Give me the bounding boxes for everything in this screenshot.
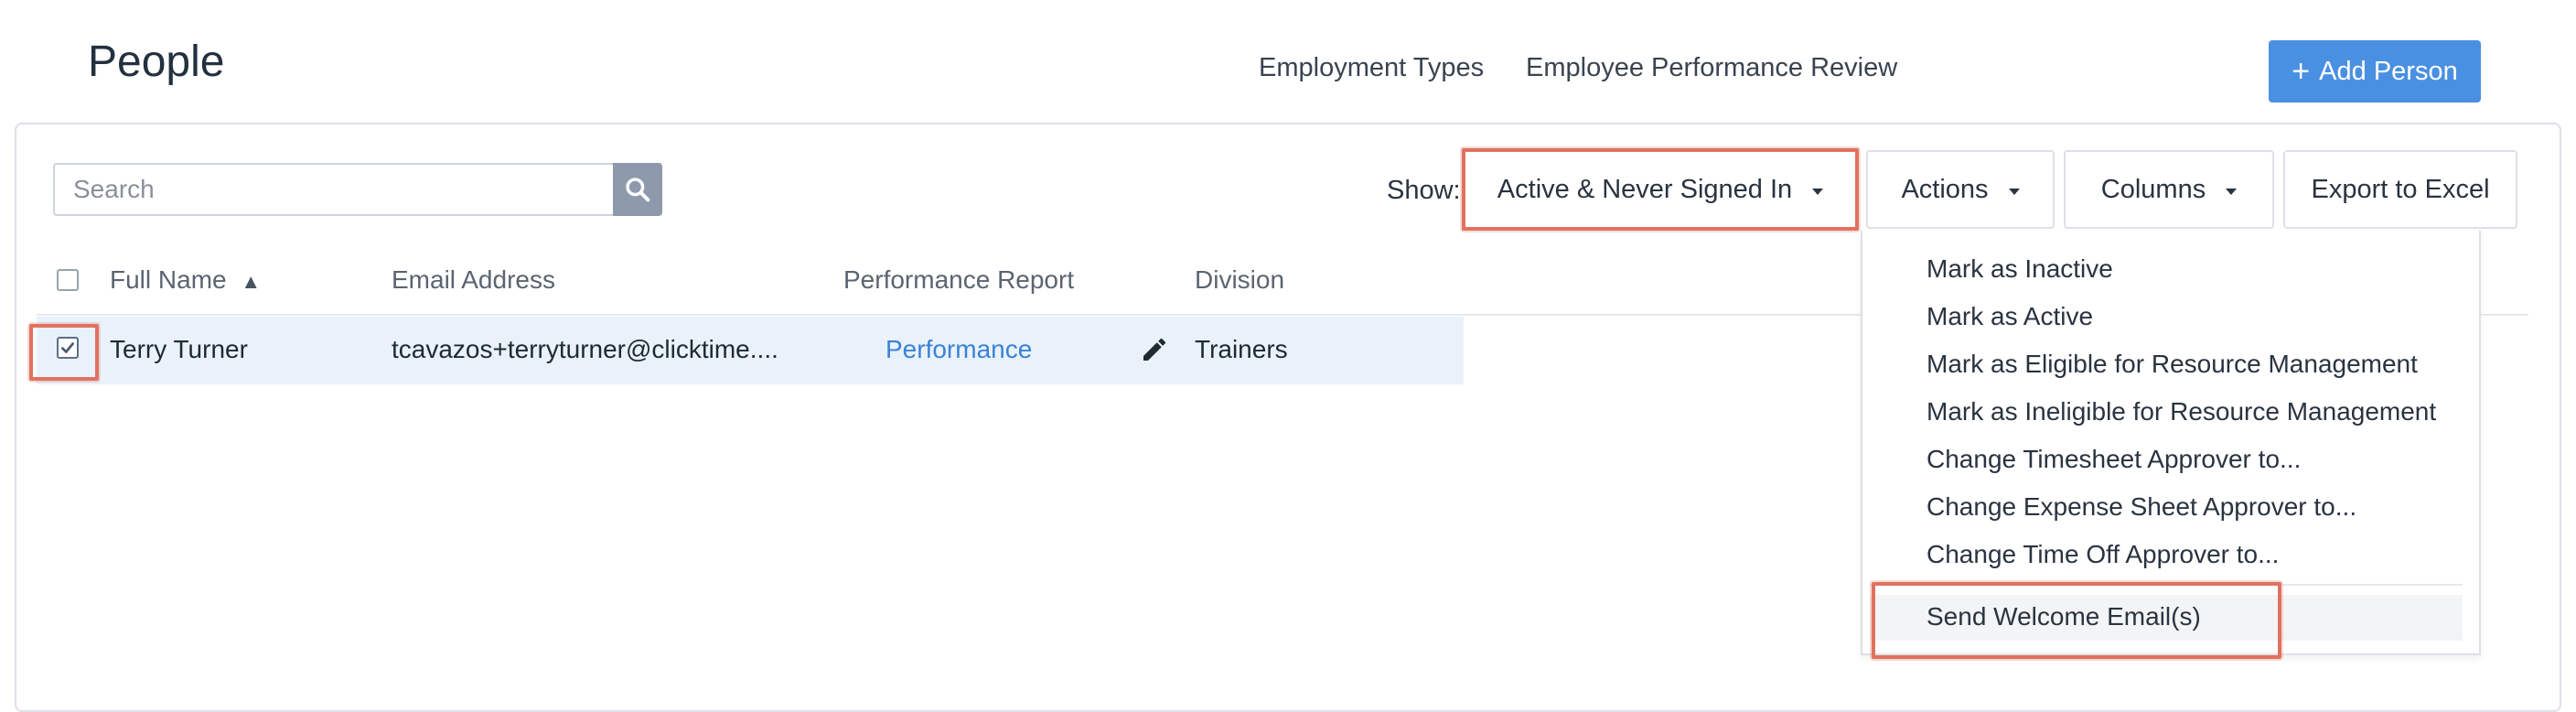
menu-item-send-welcome-email[interactable]: Send Welcome Email(s) — [1927, 602, 2201, 631]
row-email: tcavazos+terryturner@clicktime.... — [392, 335, 778, 363]
select-all-checkbox[interactable] — [57, 269, 79, 291]
column-header-division[interactable]: Division — [1195, 265, 1284, 295]
add-person-button[interactable]: + Add Person — [2269, 40, 2481, 102]
row-division: Trainers — [1195, 335, 1288, 363]
actions-label: Actions — [1901, 174, 1989, 204]
row-checkbox[interactable] — [57, 337, 79, 359]
export-label: Export to Excel — [2311, 174, 2490, 204]
export-to-excel-button[interactable]: Export to Excel — [2283, 150, 2517, 229]
show-filter-dropdown[interactable]: Active & Never Signed In — [1462, 148, 1859, 231]
columns-dropdown[interactable]: Columns — [2064, 150, 2274, 229]
show-label: Show: — [1387, 176, 1461, 205]
check-icon — [61, 342, 74, 353]
menu-item-change-expense-approver[interactable]: Change Expense Sheet Approver to... — [1927, 492, 2356, 522]
plus-icon: + — [2292, 53, 2311, 89]
search-button[interactable] — [613, 163, 662, 216]
caret-down-icon — [2008, 188, 2020, 195]
employee-performance-review-link[interactable]: Employee Performance Review — [1526, 53, 1897, 83]
menu-item-mark-active[interactable]: Mark as Active — [1927, 302, 2093, 331]
menu-item-change-timesheet-approver[interactable]: Change Timesheet Approver to... — [1927, 445, 2301, 474]
page-title: People — [88, 38, 225, 86]
menu-item-mark-ineligible-resource-mgmt[interactable]: Mark as Ineligible for Resource Manageme… — [1927, 397, 2436, 426]
columns-label: Columns — [2100, 174, 2206, 204]
sort-ascending-icon: ▲ — [241, 270, 262, 293]
column-header-full-name[interactable]: Full Name ▲ — [110, 265, 261, 295]
search-icon — [626, 178, 650, 202]
employment-types-link[interactable]: Employment Types — [1259, 53, 1484, 83]
full-name-header-label: Full Name — [110, 265, 227, 294]
caret-down-icon — [1812, 188, 1824, 195]
row-full-name[interactable]: Terry Turner — [110, 335, 248, 364]
menu-item-change-time-off-approver[interactable]: Change Time Off Approver to... — [1927, 540, 2279, 569]
menu-item-mark-eligible-resource-mgmt[interactable]: Mark as Eligible for Resource Management — [1927, 350, 2418, 379]
pencil-icon[interactable] — [1140, 335, 1169, 364]
menu-item-mark-inactive[interactable]: Mark as Inactive — [1927, 254, 2113, 284]
search-input[interactable] — [53, 163, 613, 216]
actions-dropdown[interactable]: Actions — [1866, 150, 2055, 229]
row-performance-link[interactable]: Performance — [886, 335, 1032, 364]
show-filter-value: Active & Never Signed In — [1497, 174, 1793, 204]
caret-down-icon — [2226, 188, 2238, 195]
column-header-performance-report[interactable]: Performance Report — [843, 265, 1074, 295]
add-person-label: Add Person — [2319, 56, 2458, 86]
column-header-email[interactable]: Email Address — [392, 265, 555, 295]
